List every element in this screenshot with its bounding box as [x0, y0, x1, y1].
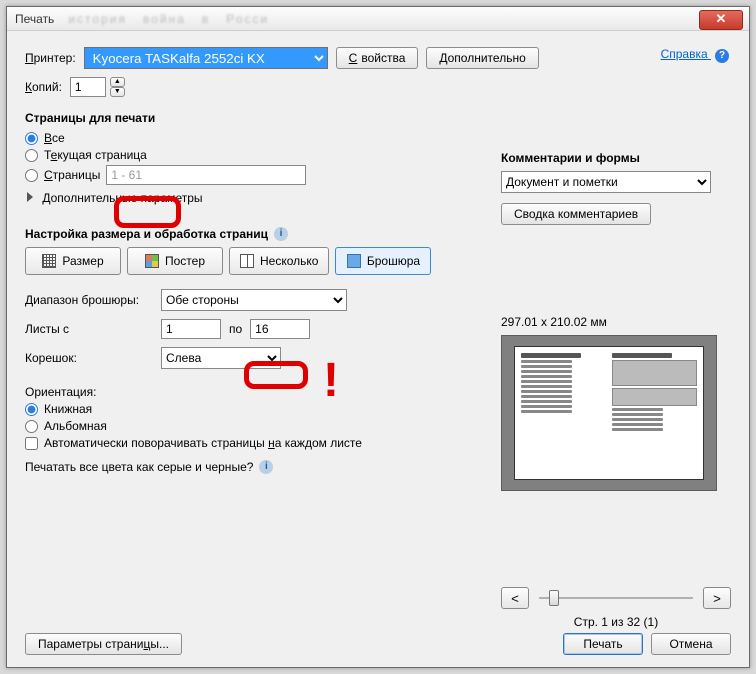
- help-link[interactable]: Справка ?: [661, 47, 729, 63]
- sizing-section-header: Настройка размера и обработка страниц: [25, 227, 268, 241]
- booklet-range-select[interactable]: Обе стороны: [161, 289, 347, 311]
- summarize-comments-button[interactable]: Сводка комментариев: [501, 203, 651, 225]
- pages-range-input[interactable]: [106, 165, 306, 185]
- copies-label: Копий:: [25, 80, 62, 94]
- preview-page: [514, 346, 704, 480]
- right-pane: Комментарии и формы Документ и пометки С…: [501, 91, 731, 629]
- size-icon: [42, 254, 56, 268]
- print-dialog: Печать история война в Росси ✕ Справка ?…: [6, 6, 750, 668]
- titlebar: Печать история война в Росси ✕: [7, 7, 749, 31]
- sheets-from-input[interactable]: [161, 319, 221, 339]
- dialog-title: Печать: [15, 12, 54, 26]
- preview-slider[interactable]: [529, 597, 703, 599]
- help-icon: ?: [715, 49, 729, 63]
- seg-poster[interactable]: Постер: [127, 247, 223, 275]
- preview-next-button[interactable]: >: [703, 587, 731, 609]
- grayscale-question: Печатать все цвета как серые и черные?: [25, 460, 253, 474]
- printer-select[interactable]: Kyocera TASKalfa 2552ci KX: [84, 47, 328, 69]
- comments-select[interactable]: Документ и пометки: [501, 171, 711, 193]
- dialog-footer: Параметры страницы... Печать Отмена: [25, 633, 731, 655]
- radio-landscape[interactable]: [25, 420, 38, 433]
- cancel-button[interactable]: Отмена: [651, 633, 731, 655]
- radio-all[interactable]: [25, 132, 38, 145]
- multiple-icon: [240, 254, 254, 268]
- sheets-to-label: по: [229, 322, 242, 336]
- comments-section-header: Комментарии и формы: [501, 151, 731, 165]
- preview-prev-button[interactable]: <: [501, 587, 529, 609]
- info-icon[interactable]: i: [259, 460, 273, 474]
- booklet-range-label: Диапазон брошюры:: [25, 293, 161, 307]
- seg-multiple[interactable]: Несколько: [229, 247, 329, 275]
- binding-select[interactable]: Слева: [161, 347, 281, 369]
- close-button[interactable]: ✕: [699, 10, 743, 30]
- seg-booklet[interactable]: Брошюра: [335, 247, 431, 275]
- print-button[interactable]: Печать: [563, 633, 643, 655]
- page-indicator: Стр. 1 из 32 (1): [501, 615, 731, 629]
- advanced-button[interactable]: Дополнительно: [426, 47, 538, 69]
- info-icon[interactable]: i: [274, 227, 288, 241]
- copies-spin-up[interactable]: ▲: [110, 77, 125, 87]
- seg-size[interactable]: Размер: [25, 247, 121, 275]
- booklet-icon: [347, 254, 361, 268]
- poster-icon: [145, 254, 159, 268]
- page-setup-button[interactable]: Параметры страницы...: [25, 633, 182, 655]
- preview-nav: < >: [501, 587, 731, 609]
- properties-button[interactable]: Свойства: [336, 47, 419, 69]
- preview-dimensions: 297.01 x 210.02 мм: [501, 315, 731, 329]
- printer-label: Принтер:: [25, 51, 76, 65]
- printer-row: Принтер: Kyocera TASKalfa 2552ci KX Свой…: [25, 47, 731, 69]
- sheets-to-input[interactable]: [250, 319, 310, 339]
- radio-pages[interactable]: [25, 169, 38, 182]
- radio-current[interactable]: [25, 149, 38, 162]
- print-preview: [501, 335, 717, 491]
- binding-label: Корешок:: [25, 351, 161, 365]
- copies-input[interactable]: [70, 77, 106, 97]
- sheets-from-label: Листы с: [25, 322, 161, 336]
- blurred-document-title: история война в Росси: [58, 12, 269, 26]
- dialog-content: Справка ? Принтер: Kyocera TASKalfa 2552…: [7, 31, 749, 667]
- booklet-options: Диапазон брошюры: Обе стороны Листы с по…: [25, 289, 385, 369]
- radio-portrait[interactable]: [25, 403, 38, 416]
- auto-rotate-checkbox[interactable]: [25, 437, 38, 450]
- slider-thumb[interactable]: [549, 590, 559, 606]
- copies-spin-down[interactable]: ▼: [110, 87, 125, 97]
- chevron-right-icon: [27, 192, 33, 202]
